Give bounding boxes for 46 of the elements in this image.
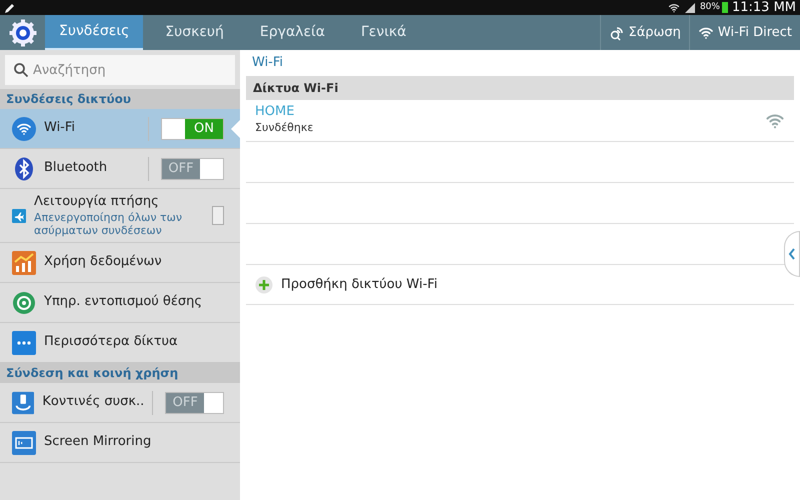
item-label: Κοντινές συσκ.. [42, 394, 144, 411]
section-header: Δίκτυα Wi-Fi [246, 76, 794, 100]
tab[interactable]: Συσκευή [151, 15, 238, 50]
search-icon [13, 62, 29, 78]
settings-icon[interactable] [8, 18, 36, 46]
clock: 11:13 MM [732, 1, 796, 14]
section-header: Συνδέσεις δικτύου [0, 89, 240, 109]
network-row[interactable]: HOME Συνδέθηκε [246, 100, 794, 142]
add-network-button[interactable]: Προσθήκη δικτύου Wi-Fi [246, 265, 794, 305]
bluetooth-icon [12, 156, 36, 180]
item-label: Λειτουργία πτήσης [34, 194, 159, 211]
item-label: Wi-Fi [44, 120, 76, 137]
chart-icon [12, 250, 36, 274]
wifi-signal-icon [668, 2, 680, 14]
checkbox[interactable] [212, 206, 224, 225]
side-panel-handle[interactable] [784, 231, 800, 277]
search-field[interactable]: Αναζήτηση [5, 55, 235, 85]
sidebar-item[interactable]: Wi-Fi ON [0, 109, 240, 149]
item-label: Screen Mirroring [44, 434, 152, 451]
tab[interactable]: Εργαλεία [246, 15, 339, 50]
screen-mirroring-icon [12, 430, 36, 454]
action-button[interactable]: Σάρωση [600, 15, 689, 50]
plus-icon [255, 276, 273, 294]
tab[interactable]: Γενικά [347, 15, 420, 50]
toggle-label: OFF [162, 158, 200, 178]
location-icon [12, 290, 36, 314]
action-button[interactable]: Wi-Fi Direct [688, 15, 800, 50]
toggle-label: OFF [166, 392, 204, 412]
item-subtitle: Απενεργοποίηση όλων των ασύρματων συνδέσεων [34, 210, 184, 237]
network-name: HOME [255, 104, 296, 120]
more-icon [12, 330, 36, 354]
item-label: Bluetooth [44, 160, 108, 177]
selection-pointer [231, 120, 240, 138]
section-header: Σύνδεση και κοινή χρήση [0, 363, 240, 383]
battery-icon [722, 2, 728, 13]
device-share-icon [12, 390, 34, 414]
item-label: Χρήση δεδομένων [44, 254, 162, 271]
chevron-left-icon [788, 248, 796, 260]
item-label: Περισσότερα δίκτυα [44, 334, 178, 351]
battery-percent: 80% [700, 0, 720, 14]
network-status: Συνδέθηκε [255, 120, 314, 136]
tab[interactable]: Συνδέσεις [45, 15, 144, 50]
page-title: Wi-Fi [251, 54, 284, 72]
scan-icon [608, 24, 625, 40]
toggle-label: ON [185, 118, 223, 138]
item-label: Υπηρ. εντοπισμού θέσης [44, 294, 202, 311]
